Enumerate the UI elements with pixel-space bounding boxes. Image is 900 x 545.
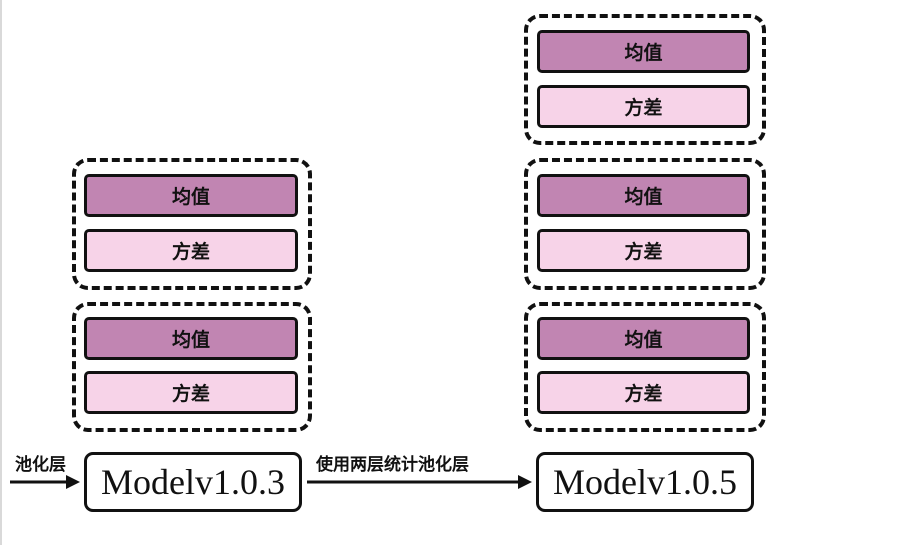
mean-box: 均值: [537, 30, 750, 73]
middle-arrow: [307, 475, 532, 489]
variance-box: 方差: [84, 371, 298, 414]
mean-box: 均值: [84, 174, 298, 217]
model-b-box: Modelv1.0.5: [536, 452, 754, 512]
left-edge-label: 池化层: [15, 455, 66, 475]
variance-box: 方差: [537, 371, 750, 414]
variance-box: 方差: [84, 229, 298, 272]
variance-box: 方差: [537, 229, 750, 272]
mean-box: 均值: [537, 174, 750, 217]
middle-edge-label: 使用两层统计池化层: [316, 455, 469, 475]
variance-box: 方差: [537, 85, 750, 128]
mean-box: 均值: [537, 317, 750, 360]
left-arrow: [10, 475, 80, 489]
model-a-box: Modelv1.0.3: [84, 452, 302, 512]
mean-box: 均值: [84, 317, 298, 360]
